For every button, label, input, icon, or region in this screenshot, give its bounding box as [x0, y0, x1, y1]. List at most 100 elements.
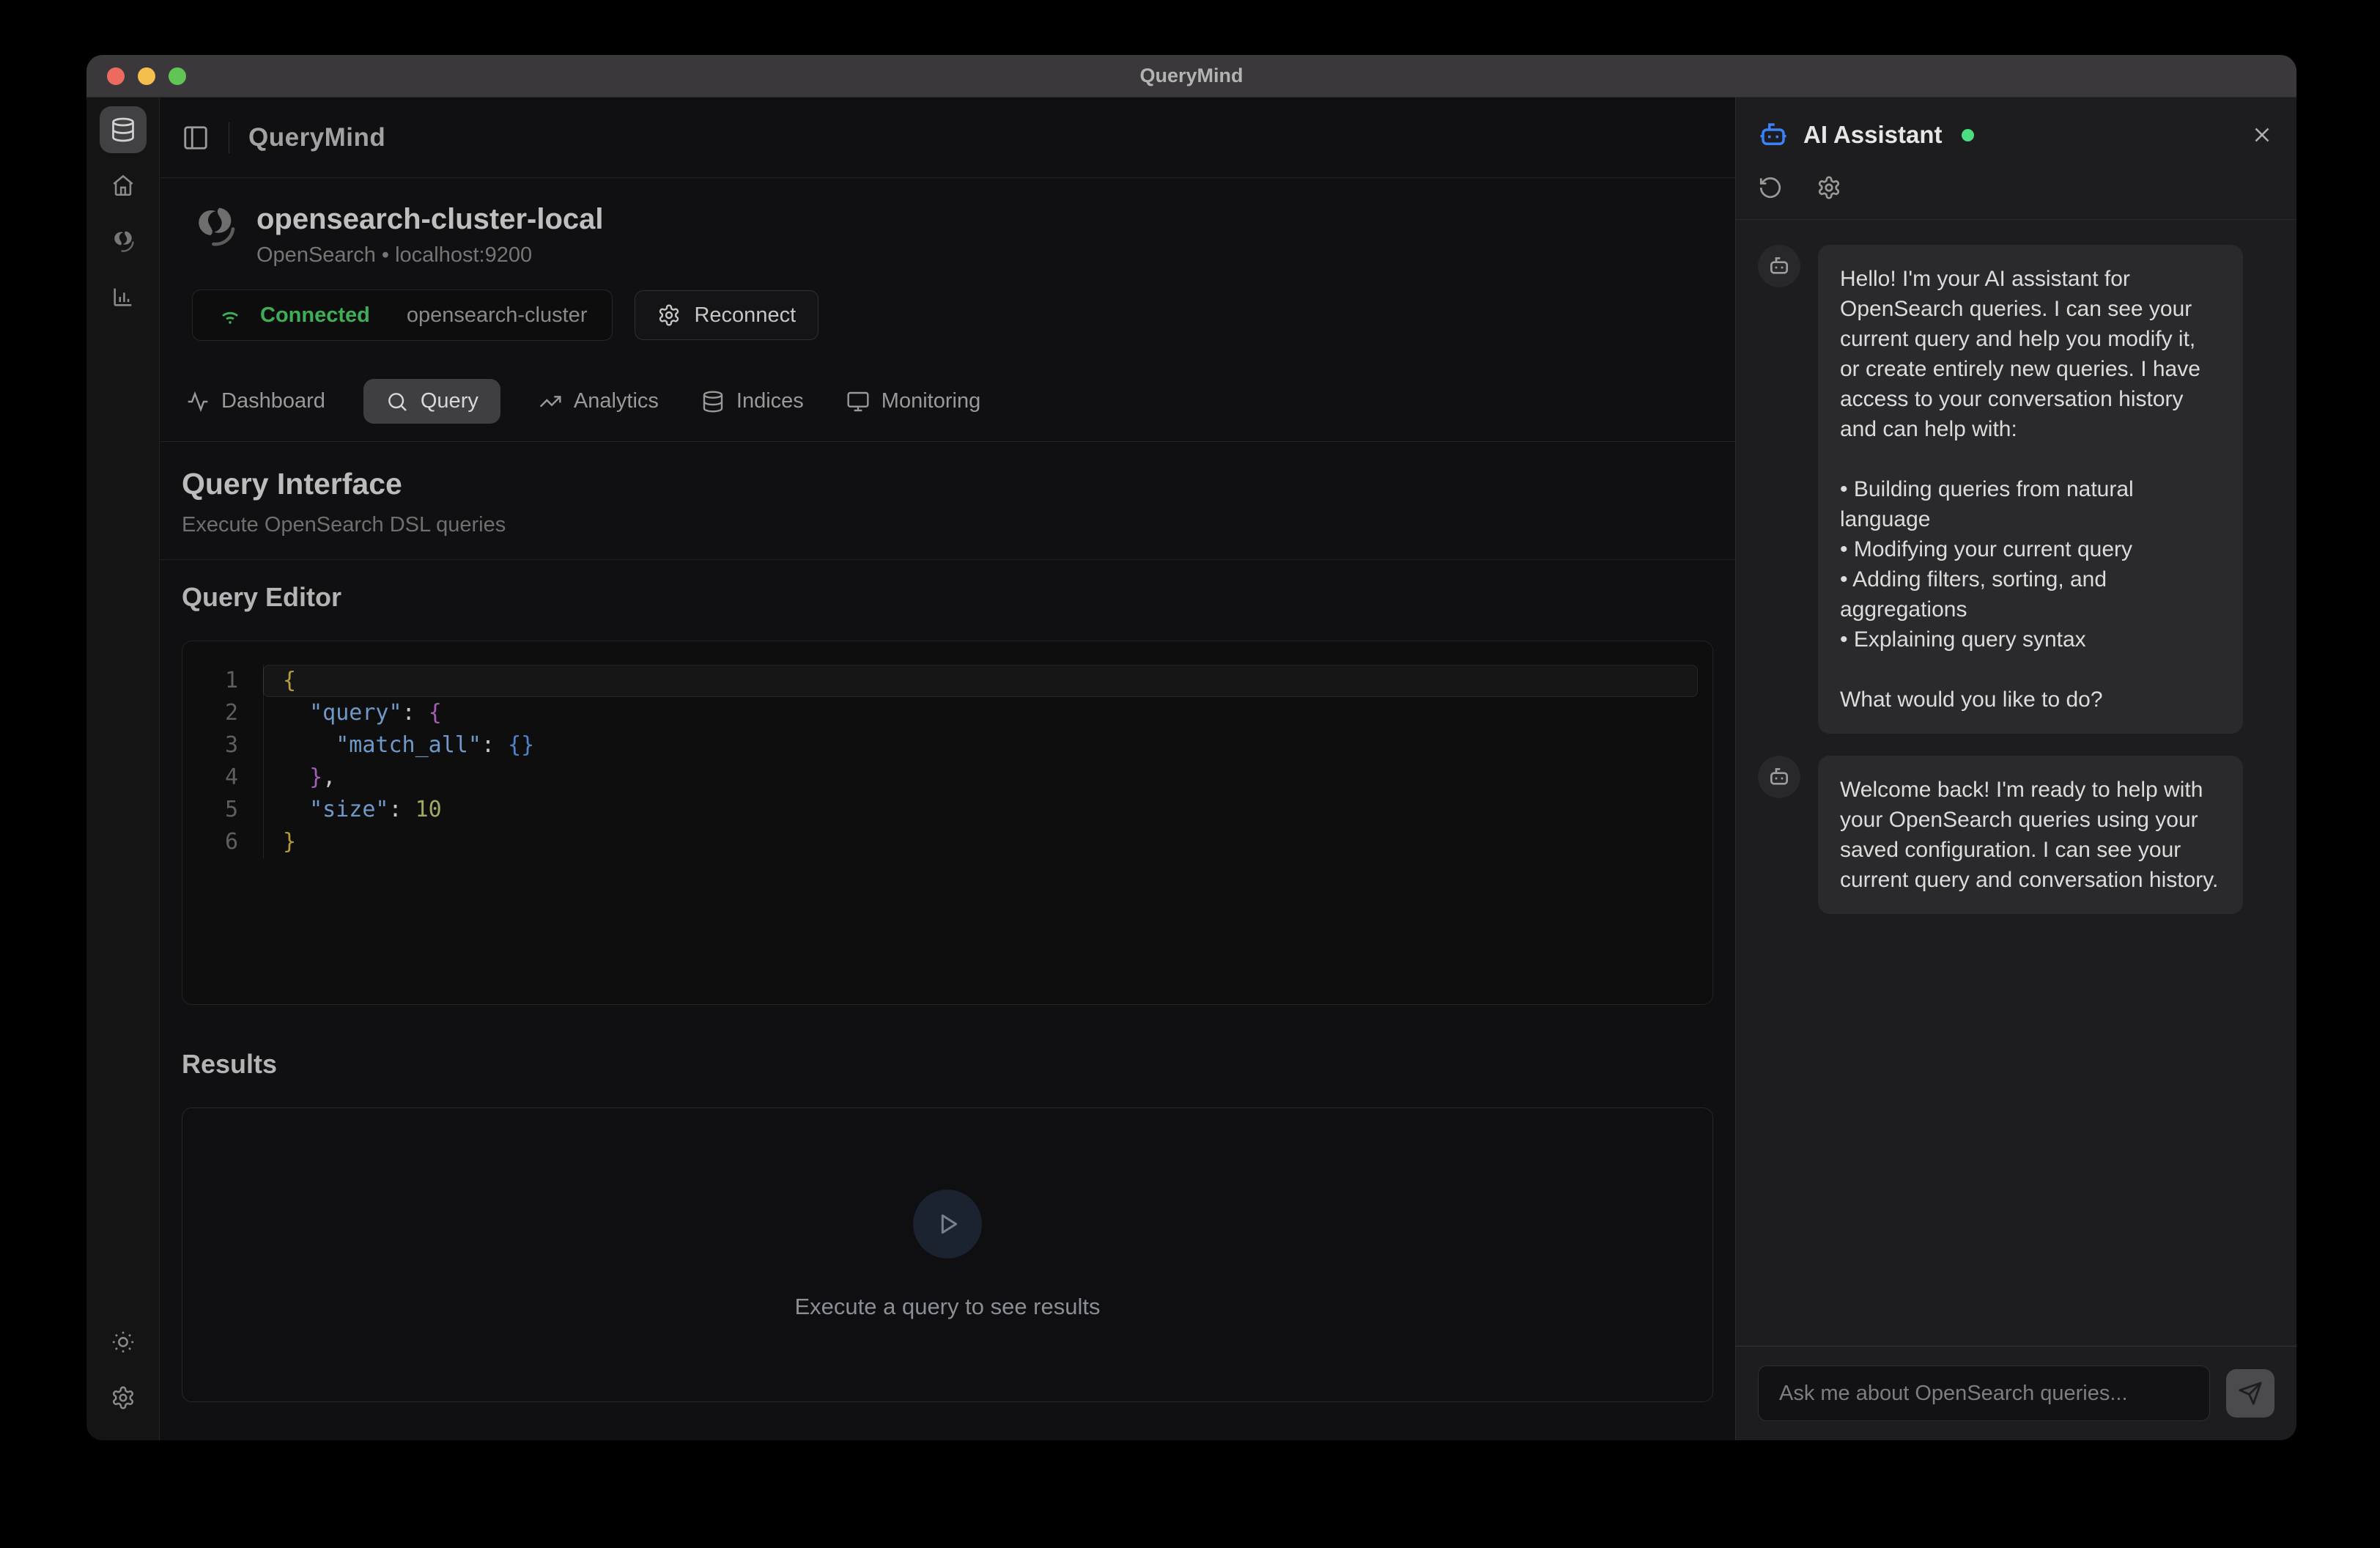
online-status-dot [1962, 129, 1974, 141]
close-panel-button[interactable] [2250, 122, 2274, 147]
sidebar-toggle-button[interactable] [182, 124, 210, 152]
code-token: } [283, 829, 296, 855]
results-section: Results Execute a query to see results [160, 1027, 1735, 1424]
code-token: { [429, 700, 442, 726]
search-icon [385, 390, 409, 413]
database-icon [110, 117, 136, 143]
section-subtitle: Execute OpenSearch DSL queries [182, 513, 1713, 537]
code-token [283, 700, 309, 726]
gear-icon [1817, 175, 1841, 200]
main-content: QueryMind opensearch-cluster-local OpenS… [160, 97, 1735, 1440]
code-token: { [283, 668, 296, 693]
ai-assistant-panel: AI Assistant [1735, 97, 2296, 1440]
gear-icon [657, 303, 681, 327]
message-bubble: Hello! I'm your AI assistant for OpenSea… [1818, 245, 2243, 734]
line-number: 5 [182, 794, 263, 826]
send-icon [2238, 1381, 2263, 1406]
code-token [283, 797, 309, 822]
code-token: {} [508, 732, 534, 758]
bot-avatar [1758, 756, 1800, 798]
code-token: "size" [309, 797, 388, 822]
line-number: 2 [182, 697, 263, 729]
page-title: QueryMind [248, 123, 385, 152]
tab-label: Analytics [574, 389, 659, 413]
code-line: 3 "match_all": {} [182, 729, 1712, 762]
tab-indices[interactable]: Indices [697, 379, 808, 424]
cluster-info: opensearch-cluster-local OpenSearch • lo… [160, 178, 1735, 341]
bot-icon [1758, 119, 1789, 150]
code-line: 1{ [182, 665, 1712, 697]
theme-toggle-button[interactable] [100, 1319, 147, 1365]
rotate-ccw-icon [1758, 175, 1783, 200]
cluster-name: opensearch-cluster-local [256, 203, 604, 236]
chat-input-bar [1736, 1346, 2296, 1440]
tab-analytics[interactable]: Analytics [534, 379, 663, 424]
line-number: 6 [182, 826, 263, 858]
code-line: 5 "size": 10 [182, 794, 1712, 826]
code-token: "query" [309, 700, 402, 726]
chat-messages: Hello! I'm your AI assistant for OpenSea… [1736, 220, 2296, 1346]
ai-panel-title: AI Assistant [1803, 121, 1943, 149]
sidebar-item-database[interactable] [100, 106, 147, 153]
status-badge: Connected [260, 303, 370, 328]
main-header: QueryMind [160, 97, 1735, 178]
gear-icon [111, 1385, 136, 1410]
play-icon [913, 1190, 982, 1258]
reconnect-button[interactable]: Reconnect [635, 290, 818, 340]
query-editor-heading: Query Editor [182, 582, 1713, 613]
wifi-icon [218, 303, 243, 328]
trending-up-icon [539, 390, 562, 413]
sidebar [86, 97, 160, 1440]
sidebar-item-analytics[interactable] [100, 273, 147, 320]
assistant-message: Hello! I'm your AI assistant for OpenSea… [1758, 245, 2274, 734]
tab-label: Monitoring [882, 389, 980, 413]
query-interface-header: Query Interface Execute OpenSearch DSL q… [160, 442, 1735, 560]
code-line: 2 "query": { [182, 697, 1712, 729]
results-empty-state: Execute a query to see results [182, 1107, 1713, 1402]
cluster-subtitle: OpenSearch • localhost:9200 [256, 243, 604, 268]
activity-icon [186, 390, 210, 413]
code-token: } [309, 764, 322, 790]
tab-query[interactable]: Query [363, 379, 500, 424]
line-number: 4 [182, 762, 263, 794]
sidebar-item-home[interactable] [100, 162, 147, 209]
tab-dashboard[interactable]: Dashboard [182, 379, 330, 424]
results-heading: Results [182, 1049, 1713, 1080]
ai-panel-header: AI Assistant [1736, 97, 2296, 220]
monitor-icon [846, 390, 870, 413]
code-token [283, 732, 336, 758]
connection-status-pill: Connected opensearch-cluster [192, 290, 613, 341]
code-token: : [481, 732, 508, 758]
code-token: : [402, 700, 429, 726]
send-button[interactable] [2226, 1369, 2274, 1418]
assistant-settings-button[interactable] [1817, 175, 1841, 200]
home-icon [111, 173, 136, 198]
tab-bar: Dashboard Query Analytics Indices Monito… [160, 341, 1735, 442]
opensearch-logo-icon [192, 203, 239, 250]
close-icon [2250, 122, 2274, 147]
app-window: QueryMind [86, 55, 2296, 1440]
code-editor[interactable]: 1{ 2 "query": { 3 "match_all": {} 4 }, 5… [182, 641, 1713, 1005]
panel-left-icon [182, 124, 210, 152]
message-bubble: Welcome back! I'm ready to help with you… [1818, 756, 2243, 914]
settings-button[interactable] [100, 1374, 147, 1421]
window-title: QueryMind [86, 64, 2296, 87]
code-token [283, 764, 309, 790]
results-empty-text: Execute a query to see results [794, 1294, 1100, 1320]
sun-icon [111, 1330, 136, 1354]
sidebar-item-opensearch[interactable] [100, 218, 147, 265]
tab-monitoring[interactable]: Monitoring [842, 379, 985, 424]
line-number: 1 [182, 665, 263, 697]
bot-avatar [1758, 245, 1800, 287]
line-number: 3 [182, 729, 263, 762]
titlebar: QueryMind [86, 55, 2296, 97]
code-line: 6} [182, 826, 1712, 858]
code-token: 10 [415, 797, 442, 822]
chat-input[interactable] [1758, 1365, 2210, 1421]
tab-label: Query [421, 389, 478, 413]
query-editor-section: Query Editor 1{ 2 "query": { 3 "match_al… [160, 560, 1735, 1027]
tab-label: Dashboard [221, 389, 325, 413]
cluster-label: opensearch-cluster [407, 303, 588, 328]
reconnect-label: Reconnect [694, 303, 796, 328]
reset-conversation-button[interactable] [1758, 175, 1783, 200]
